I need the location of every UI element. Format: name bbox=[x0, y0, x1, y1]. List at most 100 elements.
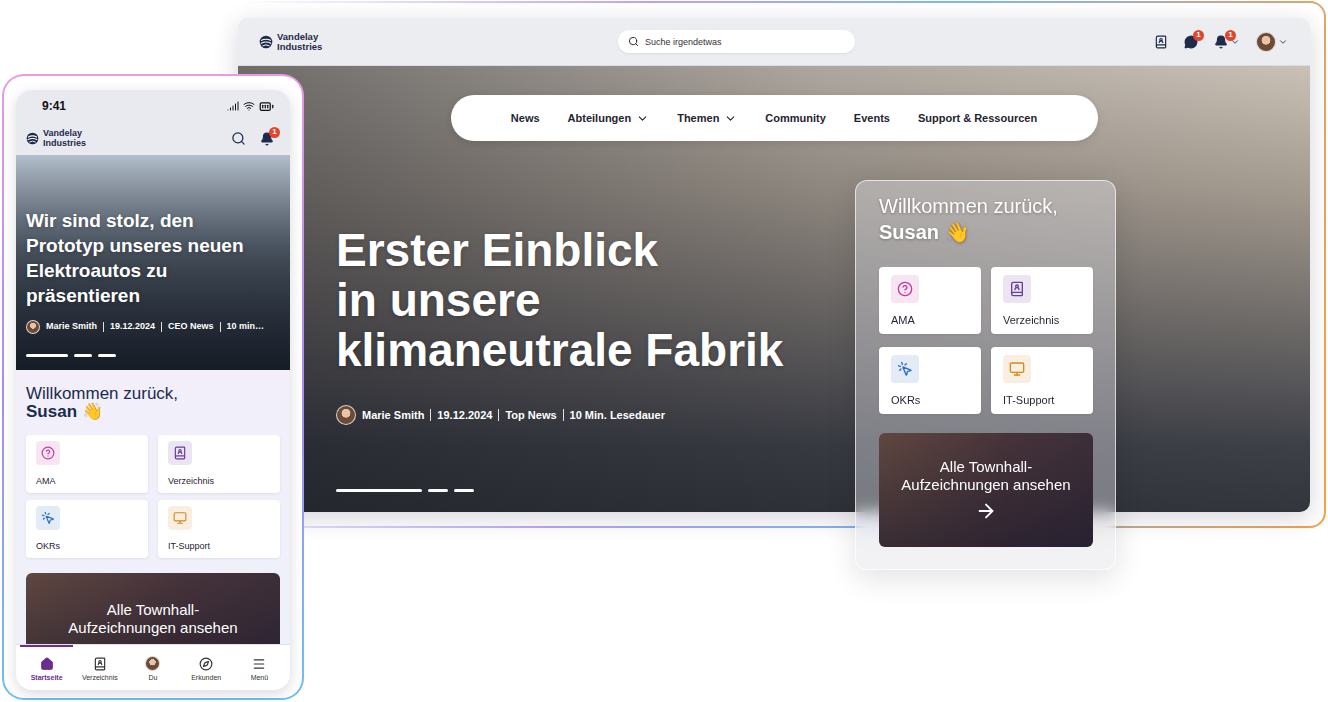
menu-icon bbox=[252, 657, 266, 671]
quick-link-tile[interactable]: IT-Support bbox=[158, 500, 280, 558]
notifications-button[interactable]: 1 bbox=[260, 132, 274, 146]
nav-item[interactable]: Support & Ressourcen bbox=[918, 112, 1037, 124]
search-placeholder: Suche irgendetwas bbox=[645, 37, 722, 47]
search-icon bbox=[628, 36, 639, 47]
search-icon bbox=[231, 131, 246, 146]
notification-badge: 1 bbox=[269, 127, 280, 138]
article-meta: Marie Smith19.12.2024Top News10 Min. Les… bbox=[336, 405, 1310, 425]
townhall-banner[interactable]: Alle Townhall-Aufzeichnungen ansehen bbox=[26, 573, 280, 644]
avatar-icon bbox=[145, 656, 160, 671]
notifications-button[interactable]: 1 bbox=[1214, 35, 1240, 49]
monitor-icon bbox=[173, 511, 187, 525]
profile-button[interactable] bbox=[1256, 32, 1288, 52]
bottom-nav-tab[interactable]: Startseite bbox=[20, 645, 73, 690]
bottom-nav-tab[interactable]: Erkunden bbox=[180, 645, 233, 690]
bottom-nav-tab[interactable]: Menü bbox=[233, 645, 286, 690]
meta-item: CEO News bbox=[161, 322, 220, 332]
hero: News Abteilungen Themen Community Events Supp… bbox=[238, 66, 1310, 512]
carousel-dot[interactable] bbox=[428, 489, 448, 492]
tile-icon-box bbox=[168, 506, 192, 530]
nav-item[interactable]: Abteilungen bbox=[568, 112, 650, 125]
search-button[interactable] bbox=[231, 131, 246, 146]
article-meta: Marie Smith19.12.2024CEO News10 min… bbox=[26, 320, 280, 334]
tile-icon-box bbox=[1003, 275, 1031, 303]
wifi-icon bbox=[243, 100, 255, 112]
showcase: VandelayIndustriesSuche irgendetwas11New… bbox=[0, 0, 1328, 702]
carousel-dot[interactable] bbox=[98, 354, 116, 357]
hero-title[interactable]: Erster Einblickin unsereklimaneutrale Fa… bbox=[336, 225, 1310, 375]
quick-links: AMA VerzeichnisOKRsIT-Support bbox=[26, 435, 280, 558]
directory-button[interactable] bbox=[1154, 35, 1168, 49]
tile-label: Verzeichnis bbox=[1003, 314, 1059, 326]
quick-links: AMA Verzeichnis OKRs IT-Support bbox=[879, 267, 1093, 414]
nav-item[interactable]: Community bbox=[765, 112, 826, 124]
tab-label: Du bbox=[149, 674, 158, 681]
tile-label: AMA bbox=[36, 476, 56, 486]
meta-item: 10 min… bbox=[220, 322, 271, 332]
directory-icon bbox=[173, 446, 187, 460]
top-bar: VandelayIndustriesSuche irgendetwas11 bbox=[238, 18, 1310, 66]
quick-link-tile[interactable]: Verzeichnis bbox=[991, 267, 1093, 334]
tile-icon-box bbox=[36, 506, 60, 530]
author-avatar bbox=[26, 320, 40, 334]
question-icon bbox=[897, 281, 913, 297]
meta-item: 19.12.2024 bbox=[430, 409, 498, 421]
tab-label: Menü bbox=[251, 674, 269, 681]
app-header-actions: 1 bbox=[231, 131, 274, 146]
carousel-dot[interactable] bbox=[336, 489, 422, 492]
logo-text: VandelayIndustries bbox=[43, 129, 86, 147]
arrow-right-icon bbox=[975, 500, 997, 522]
meta-item: Marie Smith bbox=[40, 322, 103, 332]
bottom-nav-tab[interactable]: Verzeichnis bbox=[73, 645, 126, 690]
directory-icon bbox=[1154, 35, 1168, 49]
nav-item[interactable]: Events bbox=[854, 112, 890, 124]
app-header: VandelayIndustries 1 bbox=[16, 122, 290, 155]
question-icon bbox=[41, 446, 55, 460]
signal-icon bbox=[227, 100, 239, 112]
tile-label: AMA bbox=[891, 314, 915, 326]
directory-icon bbox=[93, 657, 107, 671]
search-field[interactable]: Suche irgendetwas bbox=[618, 30, 855, 53]
nav-item[interactable]: News bbox=[511, 112, 540, 124]
tile-icon-box bbox=[36, 441, 60, 465]
monitor-icon bbox=[1009, 361, 1025, 377]
main-nav: News Abteilungen Themen Community Events Supp… bbox=[451, 95, 1098, 141]
tab-label: Verzeichnis bbox=[82, 674, 118, 681]
meta-item: Marie Smith bbox=[356, 409, 430, 421]
chevron-down-icon bbox=[1278, 37, 1288, 47]
pointer-icon bbox=[897, 361, 913, 377]
logo-text: VandelayIndustries bbox=[277, 32, 322, 51]
home-icon bbox=[40, 657, 54, 671]
quick-link-tile[interactable]: Verzeichnis bbox=[158, 435, 280, 493]
carousel-dots bbox=[26, 354, 280, 357]
quick-link-tile[interactable]: AMA bbox=[879, 267, 981, 334]
bottom-nav-tab[interactable]: Du bbox=[126, 645, 179, 690]
carousel-dot[interactable] bbox=[74, 354, 92, 357]
directory-icon bbox=[1009, 281, 1025, 297]
quick-link-tile[interactable]: OKRs bbox=[26, 500, 148, 558]
carousel-dot[interactable] bbox=[26, 354, 68, 357]
battery-icon bbox=[259, 99, 274, 114]
hero-content: Erster Einblickin unsereklimaneutrale Fa… bbox=[336, 225, 1310, 492]
bottom-nav: Startseite Verzeichnis Du Erkunden Menü bbox=[16, 644, 290, 690]
quick-link-tile[interactable]: OKRs bbox=[879, 347, 981, 414]
quick-link-tile[interactable]: IT-Support bbox=[991, 347, 1093, 414]
compass-icon bbox=[199, 657, 213, 671]
logo[interactable]: VandelayIndustries bbox=[259, 32, 618, 51]
nav-item[interactable]: Themen bbox=[677, 112, 737, 125]
chat-button[interactable]: 1 bbox=[1184, 35, 1198, 49]
tile-label: IT-Support bbox=[1003, 394, 1054, 406]
header-actions: 11 bbox=[1154, 32, 1288, 52]
notification-badge: 1 bbox=[1225, 30, 1236, 41]
tile-icon-box bbox=[891, 355, 919, 383]
meta-item: Top News bbox=[498, 409, 562, 421]
townhall-banner[interactable]: Alle Townhall-Aufzeichnungen ansehen bbox=[879, 433, 1093, 547]
user-avatar bbox=[1256, 32, 1276, 52]
tile-icon-box bbox=[168, 441, 192, 465]
logo-icon bbox=[26, 132, 39, 145]
logo[interactable]: VandelayIndustries bbox=[26, 129, 86, 147]
hero-title[interactable]: Wir sind stolz, denPrototyp unseres neue… bbox=[26, 208, 280, 308]
quick-link-tile[interactable]: AMA bbox=[26, 435, 148, 493]
desktop-window: VandelayIndustriesSuche irgendetwas11New… bbox=[238, 18, 1310, 512]
carousel-dot[interactable] bbox=[454, 489, 474, 492]
